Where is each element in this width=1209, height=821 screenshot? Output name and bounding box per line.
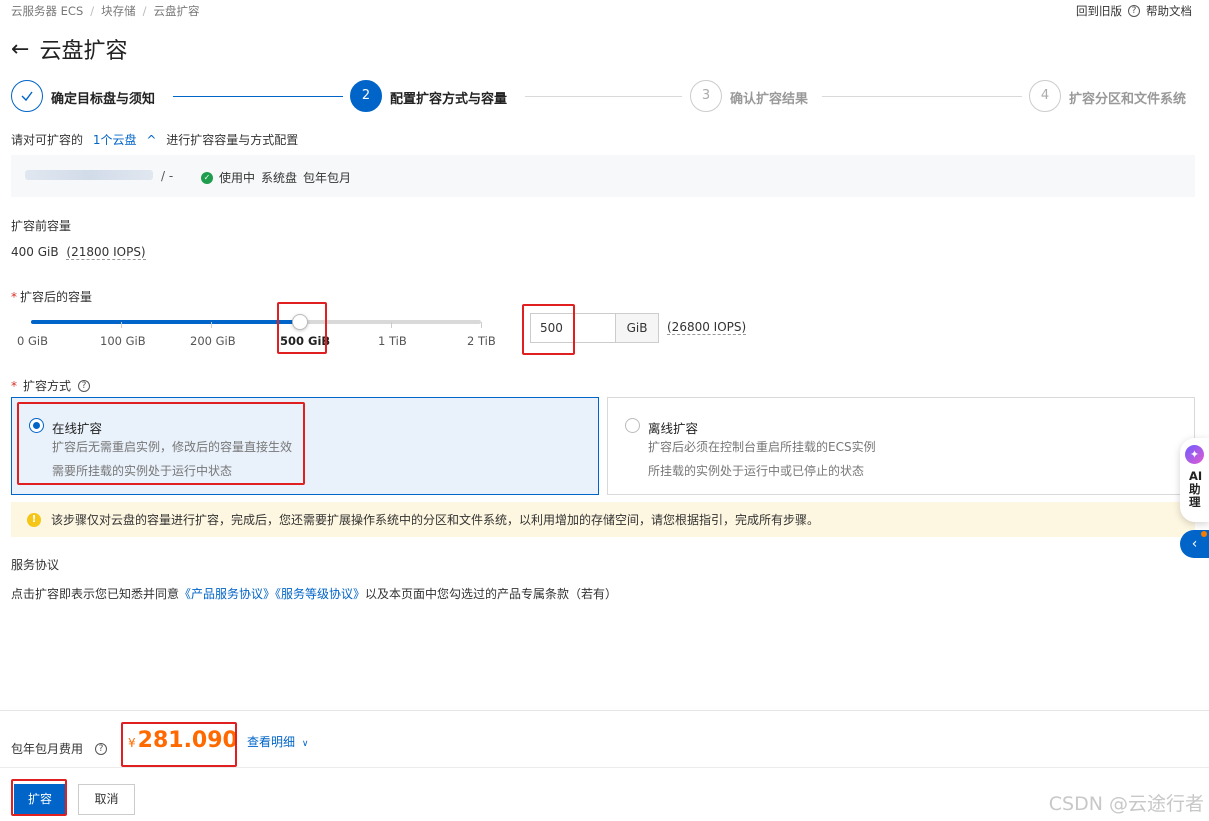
step-1-label: 确定目标盘与须知 <box>51 92 156 107</box>
intro-line: 请对可扩容的 1个云盘 ^ 进行扩容容量与方式配置 <box>11 131 298 148</box>
view-detail-link[interactable]: 查看明细 ∨ <box>247 733 308 750</box>
back-to-old-version-link[interactable]: 回到旧版 <box>1076 3 1122 19</box>
help-circle-icon: ? <box>1128 5 1140 17</box>
ai-assistant-tab[interactable]: ✦ AI助理 <box>1180 438 1209 522</box>
disk-id-redacted <box>25 170 153 180</box>
step-3-circle: 3 <box>690 80 722 112</box>
step-4-circle: 4 <box>1029 80 1061 112</box>
step-3-label: 确认扩容结果 <box>730 92 809 107</box>
step-1-check-icon <box>11 80 43 112</box>
watermark: CSDN @云途行者 <box>1048 793 1204 815</box>
required-mark: * <box>11 378 17 393</box>
page-header: ← 云盘扩容 <box>11 33 127 65</box>
slider-tick <box>391 322 392 328</box>
after-capacity-label-row: * 扩容后的容量 <box>11 288 92 305</box>
intro-prefix: 请对可扩容的 <box>11 133 84 147</box>
capacity-unit: GiB <box>615 313 659 343</box>
step-2-circle: 2 <box>350 80 382 112</box>
top-right-links: 回到旧版 ? 帮助文档 <box>1076 3 1192 19</box>
before-capacity-size: 400 GiB <box>11 245 59 259</box>
chevron-down-icon: ∨ <box>301 739 309 749</box>
cancel-button[interactable]: 取消 <box>78 784 135 815</box>
warning-icon: ! <box>27 512 41 527</box>
footer-divider <box>0 710 1209 711</box>
slider-tick-label[interactable]: 100 GiB <box>100 334 146 348</box>
check-circle-icon: ✓ <box>201 171 213 184</box>
collapse-sidebar-button[interactable]: ‹ <box>1180 530 1209 558</box>
slider-tick-label[interactable]: 2 TiB <box>467 334 496 348</box>
offline-expand-radio[interactable] <box>625 418 640 433</box>
disk-status-text: 使用中 <box>219 171 256 185</box>
agreement-prefix: 点击扩容即表示您已知悉并同意 <box>11 587 180 601</box>
help-circle-icon[interactable]: ? <box>95 742 108 755</box>
required-mark: * <box>11 290 17 304</box>
breadcrumb-current: 云盘扩容 <box>153 4 200 18</box>
breadcrumb-block-storage[interactable]: 块存储 <box>101 4 136 18</box>
breadcrumb: 云服务器 ECS / 块存储 / 云盘扩容 <box>11 3 200 19</box>
slider-tick-label[interactable]: 200 GiB <box>190 334 236 348</box>
view-detail-label: 查看明细 <box>247 735 296 749</box>
slider-tick <box>481 322 482 328</box>
chevron-left-icon: ‹ <box>1191 536 1198 552</box>
capacity-slider-fill <box>31 320 299 324</box>
step-2-label: 配置扩容方式与容量 <box>390 92 508 107</box>
disk-info-row: / - ✓ 使用中 系统盘 包年包月 <box>11 155 1195 197</box>
back-arrow-icon[interactable]: ← <box>11 37 29 62</box>
before-capacity-label: 扩容前容量 <box>11 219 72 233</box>
product-service-agreement-link[interactable]: 《产品服务协议》 <box>179 587 275 601</box>
highlight-box <box>522 304 575 355</box>
agreement-title: 服务协议 <box>11 558 60 572</box>
disk-count-link[interactable]: 1个云盘 <box>93 133 137 147</box>
offline-expand-requirement: 所挂载的实例处于运行中或已停止的状态 <box>648 464 865 478</box>
chevron-up-icon[interactable]: ^ <box>146 133 156 147</box>
before-iops: (21800 IOPS) <box>66 245 146 260</box>
method-label-row: * 扩容方式 ? <box>11 377 91 394</box>
before-capacity-value: 400 GiB (21800 IOPS) <box>11 245 146 260</box>
ai-assistant-label: AI助理 <box>1189 469 1203 509</box>
offline-expand-option[interactable]: 离线扩容 扩容后必须在控制台重启所挂载的ECS实例 所挂载的实例处于运行中或已停… <box>607 397 1195 495</box>
notice-banner: ! 该步骤仅对云盘的容量进行扩容，完成后，您还需要扩展操作系统中的分区和文件系统… <box>11 502 1195 537</box>
highlight-box <box>277 302 327 354</box>
fee-label-row: 包年包月费用 ? <box>11 740 108 757</box>
disk-status: ✓ 使用中 系统盘 包年包月 <box>201 169 351 186</box>
breadcrumb-ecs[interactable]: 云服务器 ECS <box>11 4 83 18</box>
slider-tick-label[interactable]: 0 GiB <box>17 334 48 348</box>
notification-dot <box>1201 531 1207 537</box>
slider-tick <box>211 322 212 328</box>
intro-suffix: 进行扩容容量与方式配置 <box>166 133 299 147</box>
help-docs-link[interactable]: 帮助文档 <box>1146 3 1192 19</box>
service-level-agreement-link[interactable]: 《服务等级协议》 <box>275 587 365 601</box>
footer-divider <box>0 767 1209 768</box>
slider-tick-label[interactable]: 1 TiB <box>378 334 407 348</box>
breadcrumb-separator: / <box>90 4 95 18</box>
disk-separator: / - <box>161 169 174 183</box>
agreement-text: 点击扩容即表示您已知悉并同意《产品服务协议》《服务等级协议》以及本页面中您勾选过… <box>11 585 617 602</box>
after-iops: (26800 IOPS) <box>667 320 747 335</box>
slider-tick <box>121 322 122 328</box>
ai-sparkle-icon: ✦ <box>1185 445 1204 464</box>
disk-billing: 包年包月 <box>303 171 352 185</box>
breadcrumb-separator: / <box>142 4 147 18</box>
agreement-suffix: 以及本页面中您勾选过的产品专属条款（若有） <box>365 587 618 601</box>
fee-label: 包年包月费用 <box>11 742 84 756</box>
highlight-box <box>11 779 67 816</box>
offline-expand-desc: 扩容后必须在控制台重启所挂载的ECS实例 <box>648 440 876 454</box>
step-4-label: 扩容分区和文件系统 <box>1069 92 1187 107</box>
offline-expand-title: 离线扩容 <box>648 421 699 436</box>
highlight-box <box>121 722 237 767</box>
stepper: 确定目标盘与须知 2 配置扩容方式与容量 3 确认扩容结果 4 扩容分区和文件系… <box>11 80 1201 112</box>
step-connector <box>822 96 1022 97</box>
disk-type: 系统盘 <box>261 171 298 185</box>
help-circle-icon[interactable]: ? <box>78 379 91 392</box>
after-capacity-label: 扩容后的容量 <box>20 290 93 304</box>
notice-text: 该步骤仅对云盘的容量进行扩容，完成后，您还需要扩展操作系统中的分区和文件系统，以… <box>51 513 820 527</box>
page-title: 云盘扩容 <box>39 39 128 64</box>
highlight-box <box>17 402 305 485</box>
step-connector <box>525 96 682 97</box>
step-connector <box>173 96 343 97</box>
method-label: 扩容方式 <box>23 379 72 393</box>
